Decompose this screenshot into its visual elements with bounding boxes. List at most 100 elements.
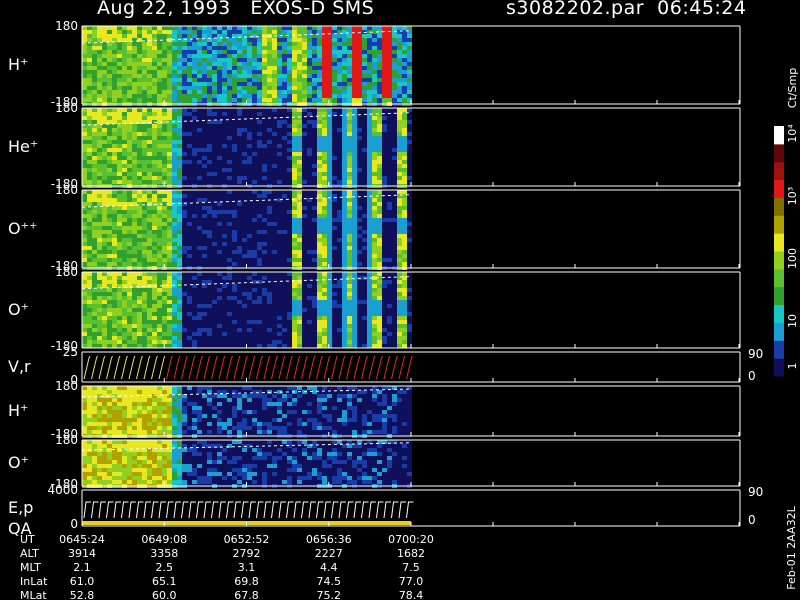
- spectrogram-cell: [312, 262, 317, 266]
- spectrogram-cell: [187, 164, 192, 168]
- spectrogram-cell: [252, 136, 257, 140]
- spectrogram-cell: [287, 168, 292, 172]
- spectrogram-cell: [202, 332, 207, 336]
- spectrogram-cell: [247, 320, 252, 324]
- spectrogram-cell: [357, 210, 362, 214]
- spectrogram-cell: [312, 94, 317, 98]
- spectrogram-cell: [172, 332, 177, 336]
- spectrogram-cell: [177, 238, 182, 242]
- spectrogram-cell: [292, 206, 297, 210]
- spectrogram-cell: [237, 120, 242, 124]
- spectrogram-cell: [197, 242, 202, 246]
- spectrogram-cell: [337, 254, 342, 258]
- spectrogram-cell: [207, 262, 212, 266]
- spectrogram-cell: [202, 78, 207, 82]
- spectrogram-cell: [197, 176, 202, 180]
- spectrogram-cell: [182, 336, 187, 340]
- spectrogram-cell: [267, 94, 272, 98]
- spectrogram-cell: [137, 258, 142, 262]
- spectrogram-cell: [207, 312, 212, 316]
- spectrogram-cell: [87, 272, 92, 276]
- spectrogram-cell: [377, 54, 382, 58]
- spectrogram-cell: [342, 58, 347, 62]
- spectrogram-cell: [182, 86, 187, 90]
- spectrogram-cell: [352, 108, 357, 112]
- spectrogram-cell: [262, 284, 267, 288]
- spectrogram-cell: [312, 132, 317, 136]
- spectrogram-cell: [157, 58, 162, 62]
- spectrogram-cell: [172, 198, 177, 202]
- spectrogram-cell: [252, 316, 257, 320]
- spectrogram-cell: [177, 128, 182, 132]
- spectrogram-cell: [122, 108, 127, 112]
- spectrogram-cell: [157, 304, 162, 308]
- spectrogram-cell: [187, 140, 192, 144]
- spectrogram-cell: [272, 94, 277, 98]
- spectrogram-cell: [142, 82, 147, 86]
- spectrogram-cell: [232, 254, 237, 258]
- spectrogram-cell: [272, 300, 277, 304]
- spectrogram-cell: [82, 280, 87, 284]
- spectrogram-cell: [82, 316, 87, 320]
- spectrogram-cell: [272, 288, 277, 292]
- spectrogram-cell: [382, 168, 387, 172]
- spectrogram-cell: [402, 238, 407, 242]
- spectrogram-cell: [132, 58, 137, 62]
- spectrogram-cell: [307, 230, 312, 234]
- spectrogram-cell: [302, 296, 307, 300]
- spectrogram-cell: [302, 234, 307, 238]
- spectrogram-cell: [302, 262, 307, 266]
- spectrogram-cell: [277, 234, 282, 238]
- spectrogram-cell: [302, 140, 307, 144]
- spectrogram-cell: [287, 112, 292, 116]
- spectrogram-cell: [267, 250, 272, 254]
- spectrogram-cell: [137, 340, 142, 344]
- spectrogram-cell: [357, 242, 362, 246]
- spectrogram-cell: [92, 112, 97, 116]
- spectrogram-cell: [167, 50, 172, 54]
- spectrogram-cell: [242, 230, 247, 234]
- spectrogram-cell: [322, 242, 327, 246]
- spectrogram-cell: [87, 112, 92, 116]
- spectrogram-cell: [327, 82, 332, 86]
- spectrogram-cell: [117, 230, 122, 234]
- spectrogram-cell: [337, 108, 342, 112]
- spectrogram-cell: [212, 58, 217, 62]
- spectrogram-cell: [352, 82, 357, 86]
- spectrogram-cell: [382, 140, 387, 144]
- spectrogram-cell: [202, 94, 207, 98]
- spectrogram-cell: [362, 74, 367, 78]
- spectrogram-cell: [317, 258, 322, 262]
- spectrogram-cell: [217, 242, 222, 246]
- spectrogram-cell: [407, 66, 412, 70]
- spectrogram-cell: [242, 46, 247, 50]
- spectrogram-cell: [102, 344, 107, 348]
- spectrogram-cell: [302, 304, 307, 308]
- spectrogram-cell: [177, 202, 182, 206]
- spectrogram-cell: [302, 58, 307, 62]
- spectrogram-cell: [397, 160, 402, 164]
- spectrogram-cell: [197, 258, 202, 262]
- spectrogram-cell: [232, 210, 237, 214]
- spectrogram-cell: [302, 172, 307, 176]
- spectrogram-cell: [232, 238, 237, 242]
- spectrogram-cell: [157, 214, 162, 218]
- spectrogram-cell: [352, 210, 357, 214]
- spectrogram-cell: [182, 292, 187, 296]
- spectrogram-cell: [292, 42, 297, 46]
- spectrogram-cell: [332, 168, 337, 172]
- spectrogram-cell: [177, 206, 182, 210]
- spectrogram-cell: [87, 316, 92, 320]
- spectrogram-cell: [182, 108, 187, 112]
- spectrogram-cell: [397, 136, 402, 140]
- spectrogram-cell: [347, 62, 352, 66]
- spectrogram-cell: [187, 78, 192, 82]
- spectrogram-cell: [92, 156, 97, 160]
- spectrogram-cell: [292, 242, 297, 246]
- spectrogram-cell: [107, 26, 112, 30]
- spectrogram-cell: [132, 82, 137, 86]
- spectrogram-cell: [227, 38, 232, 42]
- spectrogram-cell: [157, 280, 162, 284]
- spectrogram-cell: [312, 148, 317, 152]
- spectrogram-cell: [382, 66, 387, 70]
